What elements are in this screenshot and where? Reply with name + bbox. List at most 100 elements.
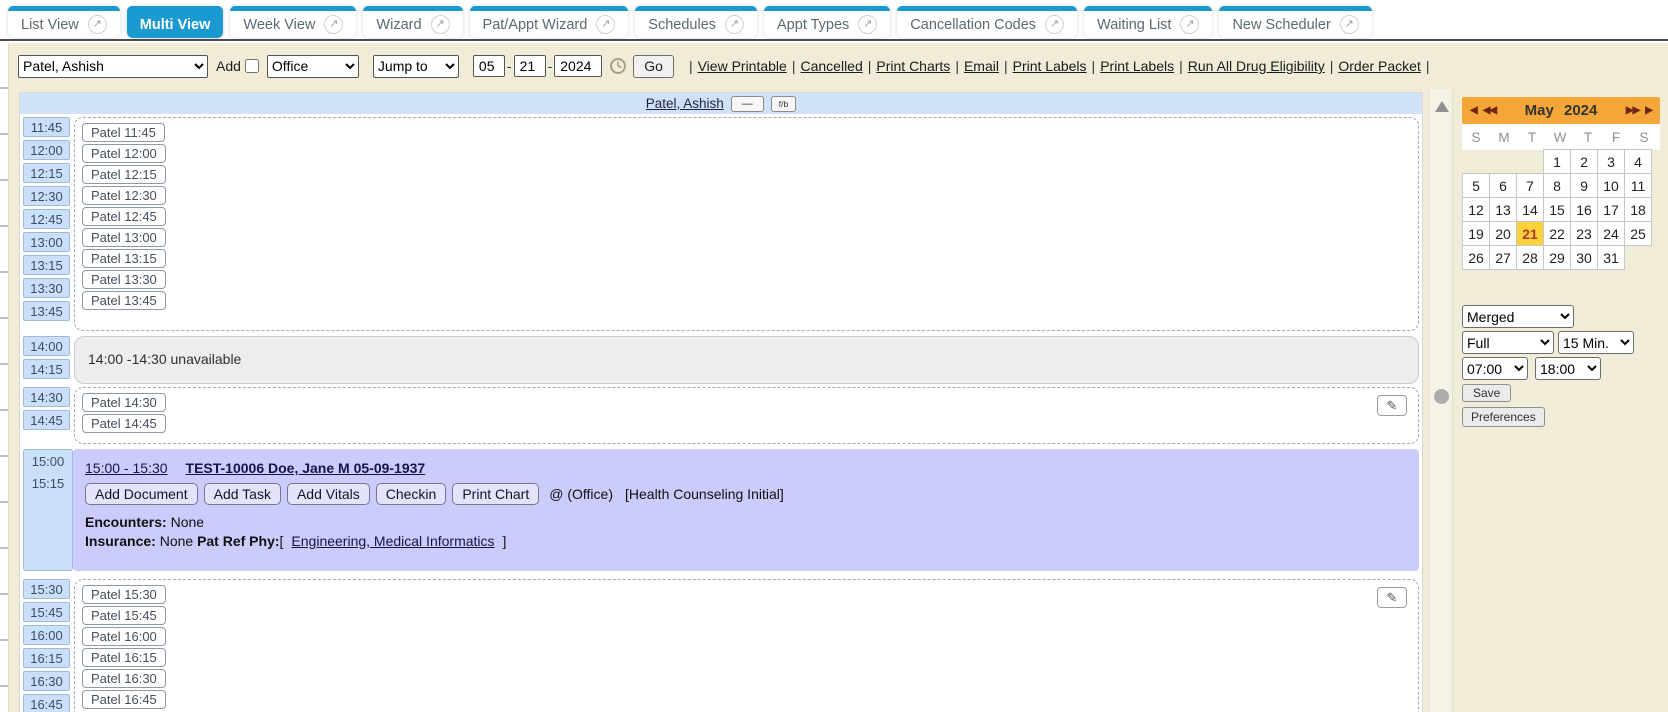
tab-wizard[interactable]: Wizard↗ (363, 6, 462, 38)
calendar-day-26[interactable]: 26 (1462, 245, 1490, 270)
tab-schedules[interactable]: Schedules↗ (635, 6, 757, 38)
slot-button-patel-11-45[interactable]: Patel 11:45 (82, 123, 165, 142)
clock-icon[interactable] (609, 57, 627, 75)
slot-button-patel-16-00[interactable]: Patel 16:00 (82, 627, 166, 646)
add-vitals-button[interactable]: Add Vitals (287, 483, 370, 505)
calendar-day-30[interactable]: 30 (1570, 245, 1598, 270)
calendar-day-4[interactable]: 4 (1624, 149, 1652, 174)
tab-week-view[interactable]: Week View↗ (230, 6, 356, 38)
calendar-day-1[interactable]: 1 (1543, 149, 1571, 174)
checkin-button[interactable]: Checkin (376, 483, 447, 505)
calendar-day-22[interactable]: 22 (1543, 221, 1571, 246)
calendar-day-31[interactable]: 31 (1597, 245, 1625, 270)
link-print-charts[interactable]: Print Charts (876, 58, 950, 74)
calendar-day-29[interactable]: 29 (1543, 245, 1571, 270)
appointment-time-link[interactable]: 15:00 - 15:30 (85, 460, 168, 476)
calendar-day-25[interactable]: 25 (1624, 221, 1652, 246)
slot-button-patel-13-15[interactable]: Patel 13:15 (82, 249, 166, 268)
calendar-next-icon[interactable]: ▶ (1645, 105, 1652, 116)
calendar-day-10[interactable]: 10 (1597, 173, 1625, 198)
calendar-fast-next-icon[interactable]: ▶▶ (1626, 105, 1639, 116)
tab-new-scheduler[interactable]: New Scheduler↗ (1219, 6, 1371, 38)
slot-button-patel-16-15[interactable]: Patel 16:15 (82, 648, 166, 667)
add-checkbox[interactable] (245, 59, 259, 73)
link-email[interactable]: Email (964, 58, 999, 74)
fb-column-button[interactable]: f/b (771, 96, 796, 112)
calendar-day-5[interactable]: 5 (1462, 173, 1490, 198)
slot-button-patel-13-30[interactable]: Patel 13:30 (82, 270, 166, 289)
calendar-day-15[interactable]: 15 (1543, 197, 1571, 222)
calendar-day-13[interactable]: 13 (1489, 197, 1517, 222)
link-run-all-drug-eligibility[interactable]: Run All Drug Eligibility (1188, 58, 1325, 74)
calendar-day-19[interactable]: 19 (1462, 221, 1490, 246)
add-document-button[interactable]: Add Document (85, 483, 198, 505)
slot-button-patel-12-00[interactable]: Patel 12:00 (82, 144, 166, 163)
calendar-day-7[interactable]: 7 (1516, 173, 1544, 198)
date-day-input[interactable] (514, 55, 546, 77)
slot-button-patel-14-45[interactable]: Patel 14:45 (82, 414, 166, 433)
calendar-day-14[interactable]: 14 (1516, 197, 1544, 222)
slot-button-patel-16-45[interactable]: Patel 16:45 (82, 690, 166, 709)
calendar-day-11[interactable]: 11 (1624, 173, 1652, 198)
start-time-select[interactable]: 07:00 (1462, 357, 1528, 380)
calendar-day-27[interactable]: 27 (1489, 245, 1517, 270)
edit-slot-button[interactable]: ✎ (1377, 587, 1407, 608)
link-cancelled[interactable]: Cancelled (800, 58, 862, 74)
slot-button-patel-14-30[interactable]: Patel 14:30 (82, 393, 166, 412)
calendar-day-2[interactable]: 2 (1570, 149, 1598, 174)
slot-button-patel-13-45[interactable]: Patel 13:45 (82, 291, 166, 310)
minimize-column-button[interactable]: — (731, 96, 764, 112)
link-order-packet[interactable]: Order Packet (1338, 58, 1420, 74)
tab-multi-view[interactable]: Multi View (127, 6, 224, 38)
calendar-fast-prev-icon[interactable]: ◀◀ (1483, 105, 1496, 116)
slot-button-patel-13-00[interactable]: Patel 13:00 (82, 228, 166, 247)
link-print-labels[interactable]: Print Labels (1013, 58, 1087, 74)
calendar-day-24[interactable]: 24 (1597, 221, 1625, 246)
provider-column-link[interactable]: Patel, Ashish (646, 96, 724, 111)
jump-to-select[interactable]: Jump to (373, 55, 459, 78)
preferences-button[interactable]: Preferences (1462, 407, 1545, 427)
calendar-day-20[interactable]: 20 (1489, 221, 1517, 246)
save-button[interactable]: Save (1462, 384, 1511, 402)
scroll-up-icon[interactable] (1435, 101, 1449, 112)
referring-physician-link[interactable]: Engineering, Medical Informatics (291, 533, 494, 549)
calendar-day-17[interactable]: 17 (1597, 197, 1625, 222)
add-task-button[interactable]: Add Task (204, 483, 281, 505)
calendar-day-8[interactable]: 8 (1543, 173, 1571, 198)
tab-cancellation-codes[interactable]: Cancellation Codes↗ (897, 6, 1077, 38)
tab-pat-appt-wizard[interactable]: Pat/Appt Wizard↗ (470, 6, 629, 38)
facility-select[interactable]: Office (267, 55, 359, 78)
slot-button-patel-15-30[interactable]: Patel 15:30 (82, 585, 166, 604)
link-print-labels[interactable]: Print Labels (1100, 58, 1174, 74)
calendar-day-16[interactable]: 16 (1570, 197, 1598, 222)
calendar-day-9[interactable]: 9 (1570, 173, 1598, 198)
edit-slot-button[interactable]: ✎ (1377, 395, 1407, 416)
date-year-input[interactable] (554, 55, 602, 77)
calendar-day-21[interactable]: 21 (1516, 221, 1544, 246)
calendar-day-23[interactable]: 23 (1570, 221, 1598, 246)
slot-button-patel-12-30[interactable]: Patel 12:30 (82, 186, 166, 205)
tab-waiting-list[interactable]: Waiting List↗ (1084, 6, 1212, 38)
calendar-prev-icon[interactable]: ◀ (1470, 105, 1477, 116)
calendar-day-28[interactable]: 28 (1516, 245, 1544, 270)
end-time-select[interactable]: 18:00 (1535, 357, 1601, 380)
slot-button-patel-15-45[interactable]: Patel 15:45 (82, 606, 166, 625)
interval-select[interactable]: 15 Min. (1558, 331, 1634, 354)
scrollbar-thumb[interactable] (1434, 389, 1449, 404)
provider-select[interactable]: Patel, Ashish (18, 55, 208, 78)
slot-button-patel-12-15[interactable]: Patel 12:15 (82, 165, 166, 184)
link-view-printable[interactable]: View Printable (698, 58, 787, 74)
appointment-patient-link[interactable]: TEST-10006 Doe, Jane M 05-09-1937 (186, 460, 426, 476)
tab-list-view[interactable]: List View↗ (8, 6, 120, 38)
slot-button-patel-12-45[interactable]: Patel 12:45 (82, 207, 166, 226)
vertical-scrollbar[interactable] (1429, 89, 1453, 712)
calendar-day-18[interactable]: 18 (1624, 197, 1652, 222)
tab-appt-types[interactable]: Appt Types↗ (764, 6, 890, 38)
size-select[interactable]: Full (1462, 331, 1554, 354)
print-chart-button[interactable]: Print Chart (452, 483, 539, 505)
date-month-input[interactable] (473, 55, 505, 77)
calendar-day-12[interactable]: 12 (1462, 197, 1490, 222)
go-button[interactable]: Go (633, 55, 674, 78)
view-mode-select[interactable]: Merged (1462, 305, 1574, 328)
calendar-day-3[interactable]: 3 (1597, 149, 1625, 174)
